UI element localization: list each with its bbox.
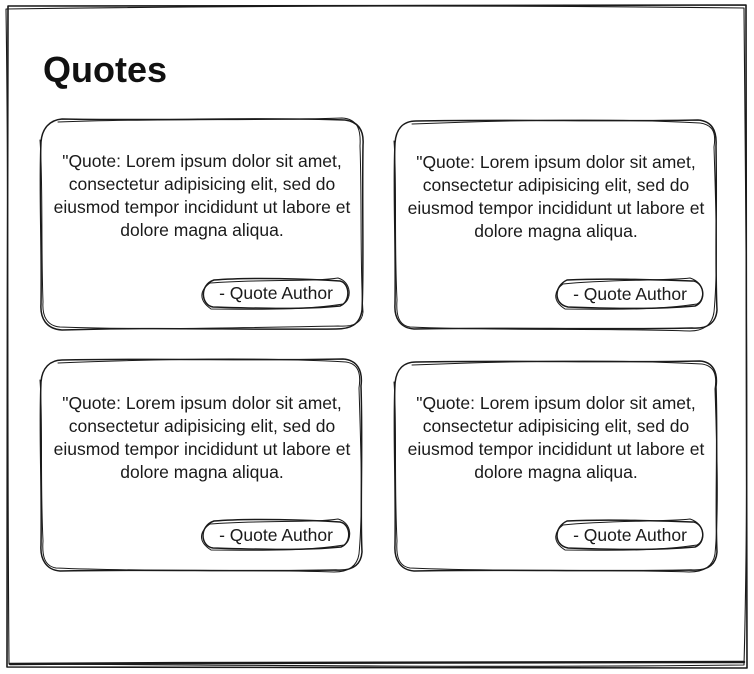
quote-card: "Quote: Lorem ipsum dolor sit amet, cons… <box>41 119 363 329</box>
quote-author-button[interactable]: - Quote Author <box>555 277 705 311</box>
quote-card: "Quote: Lorem ipsum dolor sit amet, cons… <box>41 361 363 571</box>
quote-author-button[interactable]: - Quote Author <box>201 518 351 552</box>
quote-text: "Quote: Lorem ipsum dolor sit amet, cons… <box>407 393 705 482</box>
quote-text: "Quote: Lorem ipsum dolor sit amet, cons… <box>53 151 351 240</box>
quote-card: "Quote: Lorem ipsum dolor sit amet, cons… <box>395 120 717 330</box>
quote-text: "Quote: Lorem ipsum dolor sit amet, cons… <box>53 393 351 482</box>
quotes-page: { "page": { "title": "Quotes" }, "quotes… <box>0 0 754 674</box>
sketch-outlines <box>5 4 748 669</box>
quote-author-button[interactable]: - Quote Author <box>201 276 351 310</box>
quote-card: "Quote: Lorem ipsum dolor sit amet, cons… <box>395 361 717 571</box>
quote-text: "Quote: Lorem ipsum dolor sit amet, cons… <box>407 152 705 241</box>
quote-author-button[interactable]: - Quote Author <box>555 518 705 552</box>
page-title: Quotes <box>43 49 168 90</box>
